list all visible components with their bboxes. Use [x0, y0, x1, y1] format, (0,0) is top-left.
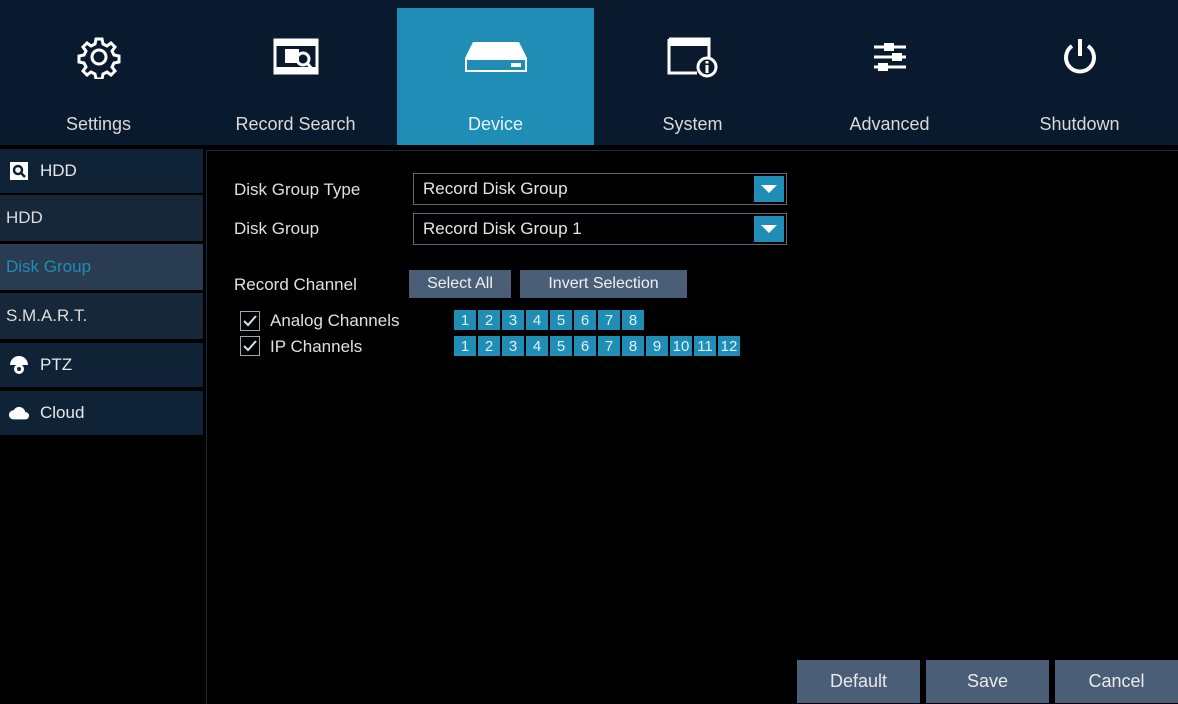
analog-channels-checkbox[interactable] — [240, 311, 260, 331]
cancel-button[interactable]: Cancel — [1055, 660, 1178, 703]
default-button[interactable]: Default — [797, 660, 920, 703]
ptz-camera-icon — [8, 354, 30, 376]
channel-toggle[interactable]: 12 — [718, 336, 740, 356]
sidebar-group-label: HDD — [40, 161, 77, 180]
hdd-search-icon — [8, 160, 30, 182]
analog-channel-list: 12345678 — [454, 310, 646, 330]
channel-toggle[interactable]: 8 — [622, 336, 644, 356]
select-all-button[interactable]: Select All — [409, 270, 511, 298]
channel-toggle[interactable]: 11 — [694, 336, 716, 356]
power-icon — [1059, 32, 1101, 82]
sidebar-group-hdd[interactable]: HDD — [0, 149, 203, 193]
channel-toggle[interactable]: 4 — [526, 336, 548, 356]
ip-channel-list: 1 2 3 4 5 6 7 8 9 10 11 12 — [454, 336, 742, 356]
disk-group-type-select[interactable]: Record Disk Group — [413, 173, 787, 205]
tab-shutdown[interactable]: Shutdown — [981, 8, 1178, 145]
system-info-icon — [666, 32, 720, 82]
channel-toggle[interactable]: 10 — [670, 336, 692, 356]
channel-toggle[interactable]: 8 — [622, 310, 644, 330]
gear-icon — [77, 32, 121, 82]
tab-label: Advanced — [849, 114, 930, 134]
tab-settings[interactable]: Settings — [0, 8, 197, 145]
sidebar-group-label: Cloud — [40, 403, 85, 422]
channel-toggle[interactable]: 4 — [526, 310, 548, 330]
invert-selection-button[interactable]: Invert Selection — [520, 270, 687, 298]
tab-record-search[interactable]: Record Search — [197, 8, 394, 145]
save-button[interactable]: Save — [926, 660, 1049, 703]
ip-channels-checkbox[interactable] — [240, 336, 260, 356]
channel-toggle[interactable]: 3 — [502, 310, 524, 330]
channel-toggle[interactable]: 6 — [574, 310, 596, 330]
sidebar-item-smart[interactable]: S.M.A.R.T. — [0, 293, 203, 339]
disk-group-value: Record Disk Group 1 — [423, 219, 582, 238]
tab-system[interactable]: System — [594, 8, 791, 145]
record-channel-label: Record Channel — [234, 275, 357, 294]
tab-label: Shutdown — [1039, 114, 1120, 134]
top-navigation: Settings Record Search Device System Adv… — [0, 0, 1178, 145]
cloud-icon — [8, 402, 30, 424]
sidebar-group-label: PTZ — [40, 355, 73, 374]
channel-toggle[interactable]: 3 — [502, 336, 524, 356]
channel-toggle[interactable]: 1 — [454, 310, 476, 330]
disk-group-type-value: Record Disk Group — [423, 179, 568, 198]
hard-drive-icon — [463, 32, 529, 82]
sidebar-group-ptz[interactable]: PTZ — [0, 343, 203, 387]
tab-label: Record Search — [235, 114, 356, 134]
channel-toggle[interactable]: 2 — [478, 310, 500, 330]
chevron-down-icon[interactable] — [754, 176, 784, 202]
sidebar-group-cloud[interactable]: Cloud — [0, 391, 203, 435]
disk-group-type-label: Disk Group Type — [234, 180, 361, 199]
channel-toggle[interactable]: 7 — [598, 310, 620, 330]
channel-toggle[interactable]: 6 — [574, 336, 596, 356]
channel-toggle[interactable]: 7 — [598, 336, 620, 356]
sidebar-item-disk-group[interactable]: Disk Group — [0, 244, 203, 290]
disk-group-label: Disk Group — [234, 219, 320, 238]
tab-device[interactable]: Device — [397, 8, 594, 145]
channel-toggle[interactable]: 2 — [478, 336, 500, 356]
tab-label: Device — [467, 114, 524, 134]
sidebar-item-label: S.M.A.R.T. — [6, 306, 88, 325]
sidebar-item-label: Disk Group — [6, 257, 92, 276]
disk-group-select[interactable]: Record Disk Group 1 — [413, 213, 787, 245]
sidebar-item-label: HDD — [6, 208, 43, 227]
tab-label: System — [662, 114, 723, 134]
ip-channels-label: IP Channels — [270, 337, 363, 356]
channel-toggle[interactable]: 5 — [550, 310, 572, 330]
analog-channels-label: Analog Channels — [270, 311, 400, 330]
sliders-icon — [870, 32, 910, 82]
channel-toggle[interactable]: 9 — [646, 336, 668, 356]
chevron-down-icon[interactable] — [754, 216, 784, 242]
tab-label: Settings — [65, 114, 132, 134]
channel-toggle[interactable]: 5 — [550, 336, 572, 356]
sidebar: HDD HDD Disk Group S.M.A.R.T. PTZ Cloud — [0, 145, 203, 703]
disk-group-panel: Disk Group Type Record Disk Group Disk G… — [206, 150, 1178, 704]
channel-toggle[interactable]: 1 — [454, 336, 476, 356]
sidebar-item-hdd[interactable]: HDD — [0, 195, 203, 241]
tab-advanced[interactable]: Advanced — [791, 8, 988, 145]
record-search-icon — [273, 32, 319, 82]
